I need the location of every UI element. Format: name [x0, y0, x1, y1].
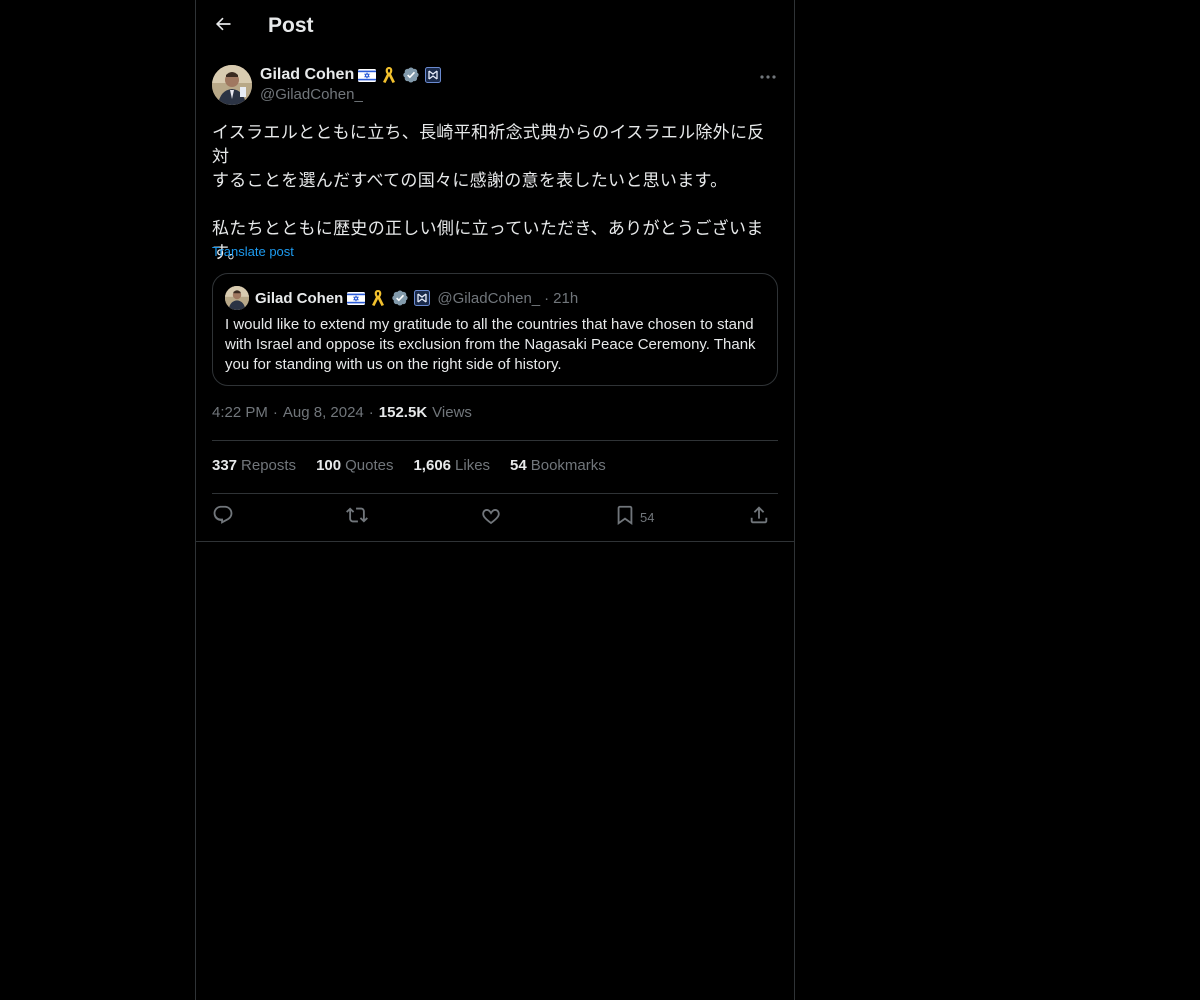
israel-flag-icon — [347, 289, 366, 307]
author-name-line: Gilad Cohen — [260, 65, 442, 85]
reply-icon — [212, 504, 234, 531]
meta-separator: · — [272, 404, 278, 421]
reply-button[interactable] — [212, 505, 234, 529]
quotes-count: 100 — [316, 457, 342, 474]
israel-flag-icon — [358, 66, 377, 84]
post-author: Gilad Cohen @GiladCohen_ — [212, 65, 778, 107]
author-handle[interactable]: @GiladCohen_ — [260, 86, 363, 103]
reposts-stat[interactable]: 337 Reposts — [212, 457, 296, 474]
more-options-button[interactable] — [758, 65, 778, 85]
quoted-post-header: Gilad Cohen @GiladCohen_ · 21h — [225, 286, 579, 310]
bookmark-button[interactable]: 54 — [614, 505, 654, 529]
likes-count: 1,606 — [413, 457, 452, 474]
quoted-separator: · — [544, 289, 550, 307]
government-emblem-icon — [424, 66, 442, 84]
avatar[interactable] — [212, 65, 252, 105]
government-emblem-icon — [413, 289, 431, 307]
back-button[interactable] — [206, 9, 240, 43]
repost-button[interactable] — [346, 505, 368, 529]
main-column: Post Gilad Cohen @GiladCohen_ イスラエルとともに立… — [195, 0, 795, 1000]
views-count: 152.5K — [378, 404, 428, 421]
reposts-count: 337 — [212, 457, 238, 474]
post-meta: 4:22 PM · Aug 8, 2024 · 152.5K Views — [212, 404, 472, 421]
quoted-avatar — [225, 286, 249, 310]
bookmarks-stat[interactable]: 54 Bookmarks — [510, 457, 606, 474]
heart-icon — [480, 504, 502, 531]
post-bottom-border — [196, 541, 794, 542]
post-date[interactable]: Aug 8, 2024 — [283, 404, 364, 421]
meta-separator: · — [368, 404, 374, 421]
divider — [212, 493, 778, 494]
like-button[interactable] — [480, 505, 502, 529]
verified-badge-icon[interactable] — [402, 66, 420, 84]
yellow-ribbon-icon — [369, 289, 387, 307]
share-icon — [748, 504, 770, 531]
quoted-post[interactable]: Gilad Cohen @GiladCohen_ · 21h I would l… — [212, 273, 778, 386]
yellow-ribbon-icon — [380, 66, 398, 84]
translate-post-link[interactable]: Translate post — [212, 244, 294, 259]
quotes-label: Quotes — [345, 457, 394, 474]
arrow-left-icon — [213, 14, 233, 39]
repost-icon — [346, 504, 368, 531]
author-display-name[interactable]: Gilad Cohen — [260, 66, 354, 84]
divider — [212, 440, 778, 441]
bookmark-count: 54 — [640, 509, 655, 525]
page-header: Post — [196, 0, 794, 54]
verified-badge-icon — [391, 289, 409, 307]
quoted-time: 21h — [553, 289, 579, 307]
post-time[interactable]: 4:22 PM — [212, 404, 268, 421]
quoted-handle: @GiladCohen_ — [437, 289, 541, 307]
bookmark-icon — [614, 504, 636, 531]
likes-label: Likes — [455, 457, 491, 474]
quoted-text: I would like to extend my gratitude to a… — [225, 316, 756, 373]
share-button[interactable] — [748, 505, 770, 529]
bookmarks-label: Bookmarks — [530, 457, 606, 474]
post-text: イスラエルとともに立ち、長崎平和祈念式典からのイスラエル除外に反対 することを選… — [212, 123, 765, 263]
quotes-stat[interactable]: 100 Quotes — [316, 457, 393, 474]
views-label: Views — [432, 404, 472, 421]
reposts-label: Reposts — [241, 457, 297, 474]
likes-stat[interactable]: 1,606 Likes — [413, 457, 490, 474]
page-title: Post — [268, 14, 314, 37]
post-stats: 337 Reposts 100 Quotes 1,606 Likes 54 Bookma… — [212, 457, 606, 474]
more-dots-icon — [760, 66, 776, 84]
bookmarks-count: 54 — [510, 457, 527, 474]
quoted-display-name: Gilad Cohen — [255, 289, 344, 307]
action-bar: 54 — [212, 505, 778, 529]
